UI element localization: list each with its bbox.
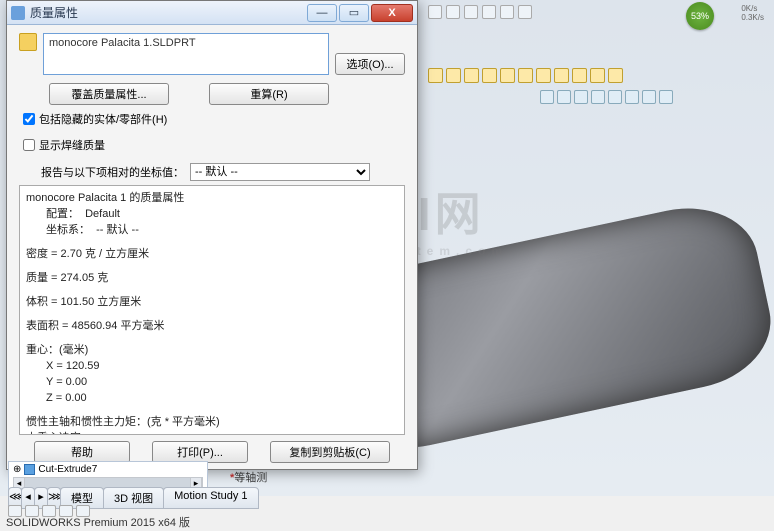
result-inertia-head: 惯性主轴和惯性主力矩：(克 * 平方毫米) [26, 414, 398, 430]
override-button[interactable]: 覆盖质量属性... [49, 83, 169, 105]
view-icon[interactable] [574, 90, 588, 104]
minimize-button[interactable]: — [307, 4, 337, 22]
tool-icon[interactable] [482, 5, 496, 19]
status-icon[interactable] [59, 505, 73, 517]
tool-icon[interactable] [446, 5, 460, 19]
view-icon[interactable] [642, 90, 656, 104]
copy-clipboard-button[interactable]: 复制到剪贴板(C) [270, 441, 390, 463]
tree-item[interactable]: ⊕ Cut-Extrude7 [13, 464, 203, 475]
view-icon[interactable] [591, 90, 605, 104]
view-icon[interactable] [540, 90, 554, 104]
top-toolbar [420, 2, 774, 22]
command-toolbar [420, 68, 774, 88]
cmd-icon[interactable] [518, 68, 533, 83]
result-cog-z: Z = 0.00 [26, 390, 398, 406]
view-icon[interactable] [608, 90, 622, 104]
status-icon[interactable] [42, 505, 56, 517]
coord-label: 报告与以下项相对的坐标值： [41, 164, 184, 180]
cmd-icon[interactable] [554, 68, 569, 83]
print-button[interactable]: 打印(P)... [152, 441, 248, 463]
result-inertia-sub: 由重心决定。 [26, 430, 398, 435]
tool-icon[interactable] [500, 5, 514, 19]
tool-icon[interactable] [464, 5, 478, 19]
dialog-titlebar[interactable]: 质量属性 — ▭ X [7, 1, 417, 25]
cmd-icon[interactable] [464, 68, 479, 83]
cmd-icon[interactable] [482, 68, 497, 83]
cmd-icon[interactable] [446, 68, 461, 83]
show-weld-label: 显示焊缝质量 [39, 137, 105, 153]
feature-icon [24, 464, 35, 475]
status-icon[interactable] [8, 505, 22, 517]
status-icon[interactable] [76, 505, 90, 517]
mass-properties-dialog: 质量属性 — ▭ X monocore Palacita 1.SLDPRT 选项… [6, 0, 418, 470]
view-toolbar [540, 90, 673, 108]
cmd-icon[interactable] [608, 68, 623, 83]
result-line: 坐标系： -- 默认 -- [26, 222, 398, 238]
dialog-title: 质量属性 [30, 4, 305, 21]
result-density: 密度 = 2.70 克 / 立方厘米 [26, 246, 398, 262]
cmd-icon[interactable] [428, 68, 443, 83]
include-hidden-checkbox[interactable]: 包括隐藏的实体/零部件(H) [23, 111, 405, 127]
recalculate-button[interactable]: 重算(R) [209, 83, 329, 105]
result-line: 配置： Default [26, 206, 398, 222]
view-icon[interactable] [557, 90, 571, 104]
result-area: 表面积 = 48560.94 平方毫米 [26, 318, 398, 334]
include-hidden-label: 包括隐藏的实体/零部件(H) [39, 111, 167, 127]
dialog-icon [11, 6, 25, 20]
cmd-icon[interactable] [500, 68, 515, 83]
tool-icon[interactable] [518, 5, 532, 19]
view-orientation-label: *等轴测 [230, 469, 267, 485]
status-toolbar [8, 505, 90, 517]
view-icon[interactable] [625, 90, 639, 104]
show-weld-checkbox[interactable]: 显示焊缝质量 [23, 137, 405, 153]
results-box[interactable]: monocore Palacita 1 的质量属性 配置： Default 坐标… [19, 185, 405, 435]
dialog-body: monocore Palacita 1.SLDPRT 选项(O)... 覆盖质量… [7, 25, 417, 443]
include-hidden-input[interactable] [23, 113, 35, 125]
result-cog-x: X = 120.59 [26, 358, 398, 374]
close-button[interactable]: X [371, 4, 413, 22]
tab-motion-study[interactable]: Motion Study 1 [163, 487, 258, 509]
result-mass: 质量 = 274.05 克 [26, 270, 398, 286]
speed-badge: 53% [686, 2, 714, 30]
filename-field[interactable]: monocore Palacita 1.SLDPRT [43, 33, 329, 75]
result-cog-y: Y = 0.00 [26, 374, 398, 390]
help-button[interactable]: 帮助 [34, 441, 130, 463]
show-weld-input[interactable] [23, 139, 35, 151]
coord-system-select[interactable]: -- 默认 -- [190, 163, 370, 181]
feature-label: Cut-Extrude7 [38, 464, 97, 475]
result-cog-head: 重心：(毫米) [26, 342, 398, 358]
options-button[interactable]: 选项(O)... [335, 53, 405, 75]
cmd-icon[interactable] [536, 68, 551, 83]
cmd-icon[interactable] [572, 68, 587, 83]
view-icon[interactable] [659, 90, 673, 104]
part-icon [19, 33, 37, 51]
tool-icon[interactable] [428, 5, 442, 19]
speed-text: 0K/s0.3K/s [741, 4, 764, 22]
result-volume: 体积 = 101.50 立方厘米 [26, 294, 398, 310]
result-line: monocore Palacita 1 的质量属性 [26, 190, 398, 206]
maximize-button[interactable]: ▭ [339, 4, 369, 22]
tab-3dview[interactable]: 3D 视图 [103, 487, 164, 509]
cmd-icon[interactable] [590, 68, 605, 83]
status-icon[interactable] [25, 505, 39, 517]
